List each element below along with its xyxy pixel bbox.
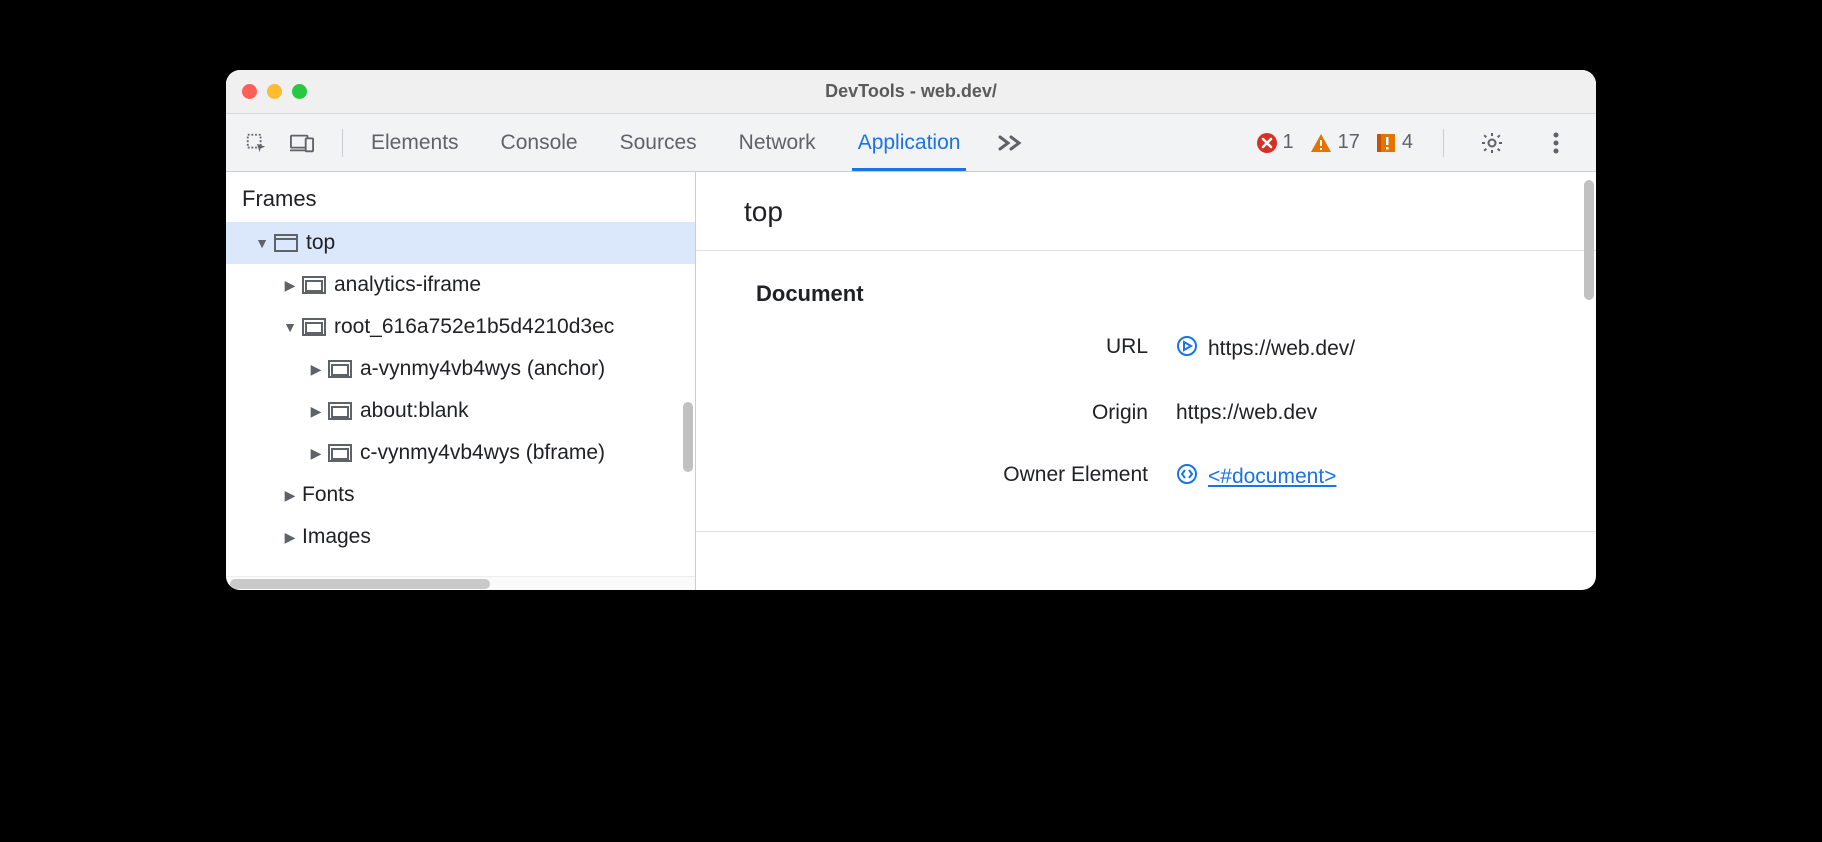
document-properties: URL https://web.dev/ Origin https://web.… — [696, 335, 1596, 491]
devtools-toolbar: Elements Console Sources Network Applica… — [226, 114, 1596, 172]
tab-application[interactable]: Application — [858, 114, 961, 171]
issues-badge[interactable]: 4 — [1376, 131, 1413, 154]
reveal-in-network-icon[interactable] — [1176, 335, 1198, 363]
status-badges[interactable]: 1 17 4 — [1257, 131, 1414, 154]
window-title: DevTools - web.dev/ — [226, 81, 1596, 102]
sidebar-vscroll-thumb[interactable] — [683, 402, 693, 472]
sidebar-hscroll[interactable] — [226, 576, 695, 590]
tree-fonts[interactable]: ▶ Fonts — [226, 474, 695, 516]
tree-label: analytics-iframe — [334, 273, 481, 297]
tab-console[interactable]: Console — [501, 114, 578, 171]
errors-count: 1 — [1283, 131, 1294, 154]
settings-icon[interactable] — [1474, 125, 1510, 161]
titlebar: DevTools - web.dev/ — [226, 70, 1596, 114]
tree-label: a-vynmy4vb4wys (anchor) — [360, 357, 605, 381]
more-icon[interactable] — [1538, 125, 1574, 161]
frame-bframe[interactable]: ▶ c-vynmy4vb4wys (bframe) — [226, 432, 695, 474]
sidebar-title: Frames — [226, 172, 695, 222]
minimize-window-button[interactable] — [267, 84, 282, 99]
chevron-right-icon[interactable]: ▶ — [308, 403, 324, 420]
device-toolbar-icon[interactable] — [284, 125, 320, 161]
frame-top[interactable]: ▼ top — [226, 222, 695, 264]
url-value[interactable]: https://web.dev/ — [1208, 337, 1355, 361]
devtools-window: DevTools - web.dev/ Elements Console Sou… — [226, 70, 1596, 590]
traffic-lights — [242, 84, 307, 99]
tree-label: Fonts — [302, 483, 355, 507]
tree-label: Images — [302, 525, 371, 549]
chevron-down-icon[interactable]: ▼ — [254, 235, 270, 251]
errors-badge[interactable]: 1 — [1257, 131, 1294, 154]
iframe-icon — [302, 318, 326, 336]
origin-label: Origin — [756, 401, 1176, 425]
tab-sources[interactable]: Sources — [620, 114, 697, 171]
close-window-button[interactable] — [242, 84, 257, 99]
url-label: URL — [756, 335, 1176, 363]
tree-label: top — [306, 231, 335, 255]
warnings-count: 17 — [1338, 131, 1360, 154]
owner-element-link[interactable]: <#document> — [1208, 465, 1336, 489]
frame-title: top — [696, 172, 1596, 251]
warnings-badge[interactable]: 17 — [1310, 131, 1360, 154]
tree-images[interactable]: ▶ Images — [226, 516, 695, 558]
iframe-icon — [328, 444, 352, 462]
main-vscroll-thumb[interactable] — [1584, 180, 1594, 300]
url-value-row: https://web.dev/ — [1176, 335, 1596, 363]
toolbar-right: 1 17 4 — [1257, 125, 1585, 161]
section-divider — [696, 531, 1596, 532]
reveal-in-elements-icon[interactable] — [1176, 463, 1198, 491]
frame-analytics-iframe[interactable]: ▶ analytics-iframe — [226, 264, 695, 306]
tree-label: about:blank — [360, 399, 469, 423]
owner-element-value-row: <#document> — [1176, 463, 1596, 491]
tab-network[interactable]: Network — [739, 114, 816, 171]
frame-anchor[interactable]: ▶ a-vynmy4vb4wys (anchor) — [226, 348, 695, 390]
frame-icon — [274, 234, 298, 252]
content-area: Frames ▼ top ▶ analytics-iframe ▼ root_6… — [226, 172, 1596, 590]
toolbar-divider — [342, 129, 343, 157]
panel-tabs: Elements Console Sources Network Applica… — [371, 114, 960, 171]
sidebar-hscroll-thumb[interactable] — [230, 579, 490, 589]
issues-count: 4 — [1402, 131, 1413, 154]
iframe-icon — [328, 402, 352, 420]
tree-label: root_616a752e1b5d4210d3ec — [334, 315, 614, 339]
tree-label: c-vynmy4vb4wys (bframe) — [360, 441, 605, 465]
owner-element-label: Owner Element — [756, 463, 1176, 491]
origin-value[interactable]: https://web.dev — [1176, 401, 1317, 425]
maximize-window-button[interactable] — [292, 84, 307, 99]
section-document: Document — [696, 251, 1596, 335]
toolbar-divider — [1443, 129, 1444, 157]
iframe-icon — [302, 276, 326, 294]
iframe-icon — [328, 360, 352, 378]
origin-value-row: https://web.dev — [1176, 401, 1596, 425]
chevron-right-icon[interactable]: ▶ — [308, 445, 324, 462]
chevron-right-icon[interactable]: ▶ — [308, 361, 324, 378]
frame-details-panel: top Document URL https://web.dev/ Origin… — [696, 172, 1596, 590]
frames-sidebar: Frames ▼ top ▶ analytics-iframe ▼ root_6… — [226, 172, 696, 590]
frame-about-blank[interactable]: ▶ about:blank — [226, 390, 695, 432]
frame-root[interactable]: ▼ root_616a752e1b5d4210d3ec — [226, 306, 695, 348]
frames-tree: ▼ top ▶ analytics-iframe ▼ root_616a752e… — [226, 222, 695, 576]
chevron-right-icon[interactable]: ▶ — [282, 277, 298, 294]
tab-elements[interactable]: Elements — [371, 114, 459, 171]
inspect-element-icon[interactable] — [238, 125, 274, 161]
chevron-right-icon[interactable]: ▶ — [282, 487, 298, 504]
chevron-right-icon[interactable]: ▶ — [282, 529, 298, 546]
chevron-down-icon[interactable]: ▼ — [282, 319, 298, 335]
tabs-overflow-button[interactable] — [996, 133, 1024, 153]
